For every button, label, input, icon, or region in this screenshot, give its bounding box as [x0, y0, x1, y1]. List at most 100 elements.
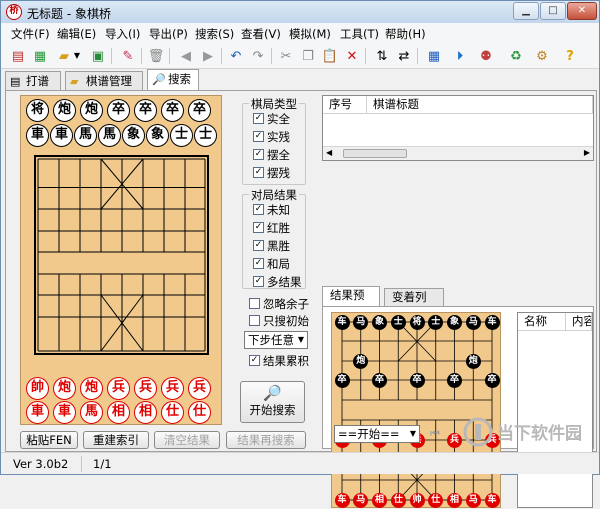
- remove-icon[interactable]: ✕: [343, 47, 361, 65]
- palette-black-piece[interactable]: 車: [50, 124, 73, 147]
- first-move-icon[interactable]: ⏮: [430, 427, 440, 441]
- back-icon[interactable]: ◀: [177, 47, 195, 65]
- palette-black-piece[interactable]: 象: [122, 124, 145, 147]
- results-list[interactable]: 序号 棋谱标题 ◀ ▶: [322, 95, 594, 161]
- result-unknown-checkbox[interactable]: ✓: [253, 204, 264, 215]
- menu-tools[interactable]: 工具(T): [340, 26, 379, 42]
- palette-black-piece[interactable]: 馬: [98, 124, 121, 147]
- undo-icon[interactable]: ↶: [227, 47, 245, 65]
- horizontal-scrollbar[interactable]: ◀ ▶: [323, 146, 593, 160]
- help-icon[interactable]: ?: [561, 47, 579, 65]
- tab-search[interactable]: 🔎 搜索: [147, 69, 199, 91]
- result-multi-checkbox[interactable]: ✓: [253, 276, 264, 287]
- paste-fen-button[interactable]: 粘贴FEN: [20, 431, 78, 449]
- palette-red-piece[interactable]: 兵: [188, 377, 211, 400]
- menu-simulate[interactable]: 模拟(M): [289, 26, 331, 42]
- palette-black-piece[interactable]: 馬: [74, 124, 97, 147]
- col-index[interactable]: 序号: [323, 96, 367, 114]
- dropdown-arrow-icon[interactable]: ▼: [72, 47, 82, 65]
- search-start-checkbox[interactable]: [249, 315, 260, 326]
- clear-results-button[interactable]: 清空结果: [154, 431, 220, 449]
- recycle-icon[interactable]: ♻: [507, 47, 525, 65]
- palette-red-piece[interactable]: 兵: [134, 377, 157, 400]
- palette-red-piece[interactable]: 車: [53, 401, 76, 424]
- delete-icon[interactable]: 🗑: [147, 47, 165, 65]
- paste-icon[interactable]: 📋: [321, 47, 339, 65]
- ignore-rest-checkbox[interactable]: [249, 298, 260, 309]
- minimize-button[interactable]: ▁: [513, 2, 539, 20]
- new-book-icon[interactable]: ▤: [9, 47, 27, 65]
- menu-edit[interactable]: 编辑(E): [57, 26, 96, 42]
- edit-icon[interactable]: ✎: [119, 47, 137, 65]
- pieces-icon[interactable]: ⚉: [477, 47, 495, 65]
- scroll-thumb[interactable]: [343, 149, 407, 158]
- palette-black-piece[interactable]: 士: [194, 124, 217, 147]
- menu-help[interactable]: 帮助(H): [385, 26, 426, 42]
- palette-red-piece[interactable]: 相: [134, 401, 157, 424]
- scroll-left-icon[interactable]: ◀: [326, 148, 332, 157]
- close-button[interactable]: ✕: [567, 2, 597, 20]
- palette-red-piece[interactable]: 炮: [53, 377, 76, 400]
- col-name[interactable]: 名称: [518, 313, 566, 331]
- start-search-button[interactable]: 🔎 开始搜索: [240, 381, 305, 423]
- search-board[interactable]: 将炮炮卒卒卒卒車車馬馬象象士士帥炮炮兵兵兵兵車車馬相相仕仕: [20, 95, 222, 425]
- start-position-select[interactable]: ==开始== ▼: [334, 425, 420, 443]
- palette-red-piece[interactable]: 炮: [80, 377, 103, 400]
- swap-horizontal-icon[interactable]: ⇄: [395, 47, 413, 65]
- forward-icon[interactable]: ▶: [199, 47, 217, 65]
- open-icon[interactable]: ▰: [55, 47, 73, 65]
- type-real-end-checkbox[interactable]: ✓: [253, 131, 264, 142]
- type-real-full-checkbox[interactable]: ✓: [253, 113, 264, 124]
- rebuild-index-button[interactable]: 重建索引: [83, 431, 149, 449]
- palette-black-piece[interactable]: 卒: [134, 99, 157, 122]
- palette-red-piece[interactable]: 帥: [26, 377, 49, 400]
- palette-black-piece[interactable]: 象: [146, 124, 169, 147]
- tab-record[interactable]: ▤ 打谱: [5, 71, 61, 91]
- tab-manage[interactable]: ▰ 棋谱管理: [65, 71, 143, 91]
- palette-red-piece[interactable]: 兵: [107, 377, 130, 400]
- menu-file[interactable]: 文件(F): [11, 26, 50, 42]
- col-title[interactable]: 棋谱标题: [367, 96, 593, 114]
- result-draw-checkbox[interactable]: ✓: [253, 258, 264, 269]
- palette-black-piece[interactable]: 炮: [80, 99, 103, 122]
- preview-board[interactable]: 车马象士将士象马车炮炮卒卒卒卒卒兵兵兵兵兵炮炮车马相仕帅仕相马车: [331, 312, 501, 508]
- menu-view[interactable]: 查看(V): [241, 26, 281, 42]
- palette-black-piece[interactable]: 士: [170, 124, 193, 147]
- copy-icon[interactable]: ❐: [299, 47, 317, 65]
- accumulate-checkbox[interactable]: ✓: [249, 355, 260, 366]
- cut-icon[interactable]: ✂: [277, 47, 295, 65]
- result-red-win-checkbox[interactable]: ✓: [253, 222, 264, 233]
- palette-black-piece[interactable]: 車: [26, 124, 49, 147]
- palette-black-piece[interactable]: 炮: [53, 99, 76, 122]
- board-view-icon[interactable]: ▦: [425, 47, 443, 65]
- redo-icon[interactable]: ↷: [249, 47, 267, 65]
- palette-black-piece[interactable]: 卒: [188, 99, 211, 122]
- palette-red-piece[interactable]: 兵: [161, 377, 184, 400]
- maximize-button[interactable]: □: [540, 2, 566, 20]
- menu-export[interactable]: 导出(P): [149, 26, 188, 42]
- palette-red-piece[interactable]: 相: [107, 401, 130, 424]
- search-results-button[interactable]: 结果再搜索: [226, 431, 306, 449]
- palette-black-piece[interactable]: 卒: [107, 99, 130, 122]
- type-setup-full-checkbox[interactable]: ✓: [253, 149, 264, 160]
- engine-icon[interactable]: ⚙: [533, 47, 551, 65]
- palette-black-piece[interactable]: 将: [26, 99, 49, 122]
- palette-red-piece[interactable]: 仕: [188, 401, 211, 424]
- result-black-win-checkbox[interactable]: ✓: [253, 240, 264, 251]
- scroll-right-icon[interactable]: ▶: [584, 148, 590, 157]
- type-setup-end-checkbox[interactable]: ✓: [253, 167, 264, 178]
- new-game-icon[interactable]: ▦: [31, 47, 49, 65]
- palette-red-piece[interactable]: 車: [26, 401, 49, 424]
- swap-vertical-icon[interactable]: ⇅: [373, 47, 391, 65]
- play-icon[interactable]: ⏵: [451, 47, 469, 65]
- menu-import[interactable]: 导入(I): [105, 26, 140, 42]
- palette-red-piece[interactable]: 馬: [80, 401, 103, 424]
- palette-black-piece[interactable]: 卒: [161, 99, 184, 122]
- palette-red-piece[interactable]: 仕: [161, 401, 184, 424]
- info-list[interactable]: 名称 内容: [517, 312, 593, 508]
- tab-result-preview[interactable]: 结果预览: [322, 286, 380, 319]
- tab-variation-list[interactable]: 变着列表: [384, 288, 444, 321]
- menu-search[interactable]: 搜索(S): [195, 26, 234, 42]
- col-content[interactable]: 内容: [566, 313, 592, 331]
- next-move-select[interactable]: 下步任意 ▼: [244, 331, 308, 349]
